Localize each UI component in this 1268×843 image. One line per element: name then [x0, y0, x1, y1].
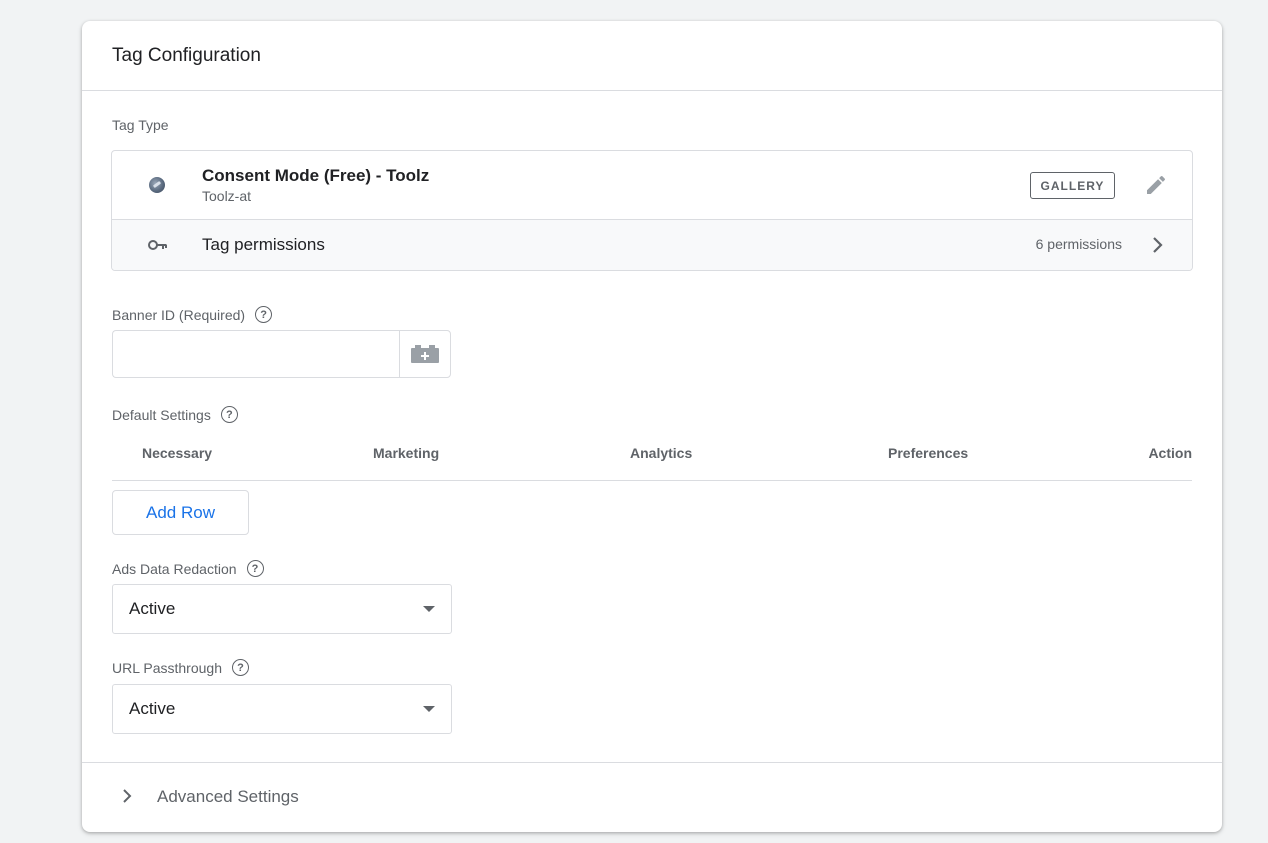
permissions-count: 6 permissions	[1035, 236, 1122, 252]
chevron-right-icon	[1153, 237, 1163, 253]
tag-permissions-label: Tag permissions	[202, 235, 325, 254]
tag-type-label: Tag Type	[112, 117, 169, 133]
column-preferences: Preferences	[888, 445, 969, 461]
column-marketing: Marketing	[373, 445, 440, 461]
banner-id-label-text: Banner ID (Required)	[112, 306, 246, 323]
caret-down-icon	[423, 706, 435, 712]
advanced-settings-toggle[interactable]: Advanced Settings	[82, 762, 1222, 832]
help-icon[interactable]: ?	[255, 306, 273, 323]
help-icon[interactable]: ?	[231, 659, 249, 676]
tag-type-row[interactable]: Consent Mode (Free) - Toolz Toolz-at GAL…	[112, 151, 1192, 220]
tag-type-box: Consent Mode (Free) - Toolz Toolz-at GAL…	[111, 150, 1193, 271]
url-passthrough-label-text: URL Passthrough	[112, 659, 222, 676]
url-passthrough-select[interactable]: Active	[112, 684, 452, 734]
url-passthrough-label: URL Passthrough ?	[112, 659, 249, 676]
column-analytics: Analytics	[630, 445, 693, 461]
card-header: Tag Configuration	[82, 21, 1222, 91]
variable-picker-icon	[411, 345, 439, 363]
add-row-button[interactable]: Add Row	[112, 490, 249, 535]
caret-down-icon	[423, 606, 435, 612]
chevron-right-icon	[123, 789, 132, 803]
key-icon	[148, 240, 167, 250]
variable-picker-button[interactable]	[399, 330, 451, 378]
tag-permissions-row[interactable]: Tag permissions 6 permissions	[112, 220, 1192, 270]
ads-data-redaction-value: Active	[129, 599, 176, 618]
tag-template-name: Consent Mode (Free) - Toolz	[202, 166, 430, 185]
ads-data-redaction-label: Ads Data Redaction ?	[112, 560, 264, 577]
column-necessary: Necessary	[142, 445, 213, 461]
ads-data-redaction-select[interactable]: Active	[112, 584, 452, 634]
card-title: Tag Configuration	[112, 44, 261, 66]
default-settings-label-text: Default Settings	[112, 406, 211, 423]
tag-configuration-card: Tag Configuration Tag Type Consent Mode …	[82, 21, 1222, 832]
url-passthrough-value: Active	[129, 699, 176, 718]
tag-template-vendor: Toolz-at	[202, 188, 252, 204]
tag-template-logo-icon	[149, 177, 165, 193]
column-action: Action	[1148, 445, 1192, 461]
default-settings-label: Default Settings ?	[112, 406, 238, 423]
default-settings-table-header: Necessary Marketing Analytics Preference…	[112, 432, 1192, 481]
gallery-badge: GALLERY	[1030, 172, 1115, 199]
advanced-settings-label: Advanced Settings	[157, 787, 299, 806]
pencil-icon[interactable]	[1144, 173, 1168, 197]
banner-id-label: Banner ID (Required) ?	[112, 306, 273, 323]
help-icon[interactable]: ?	[246, 560, 264, 577]
ads-data-redaction-label-text: Ads Data Redaction	[112, 560, 237, 577]
help-icon[interactable]: ?	[220, 406, 238, 423]
tag-type-label-text: Tag Type	[112, 117, 169, 133]
banner-id-input[interactable]	[112, 330, 399, 378]
